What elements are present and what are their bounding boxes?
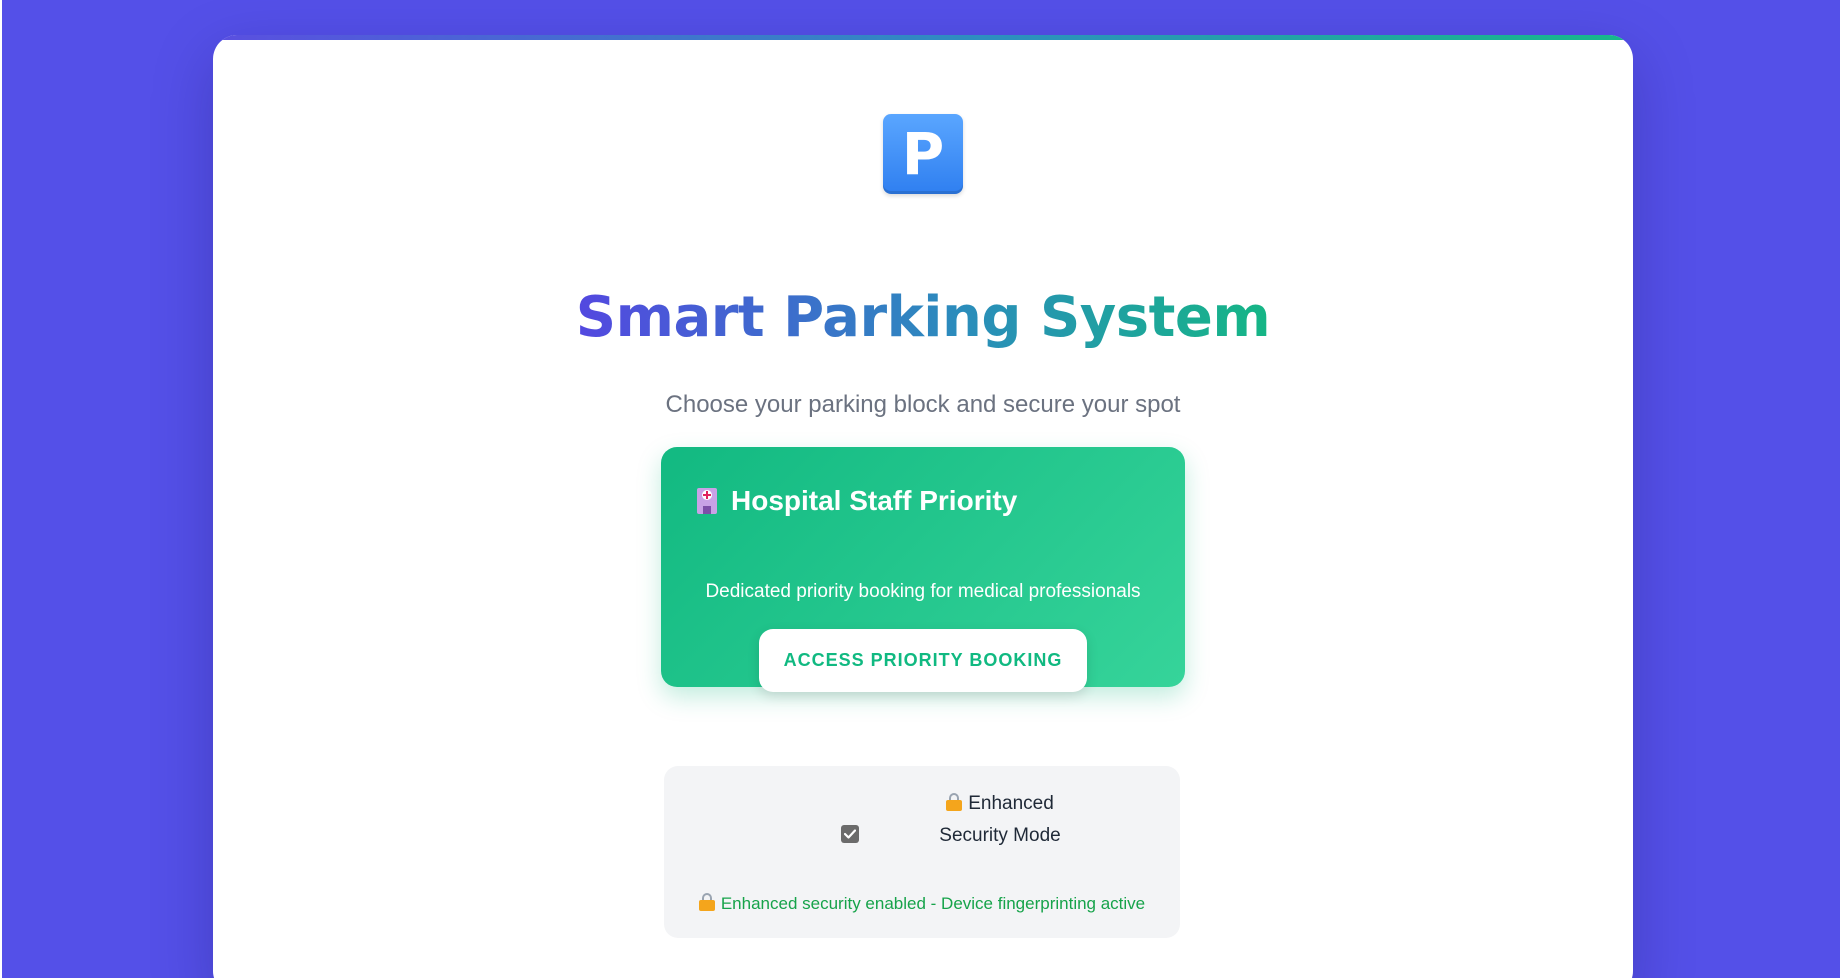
access-priority-booking-button[interactable]: ACCESS PRIORITY BOOKING: [759, 629, 1087, 692]
parking-logo-icon: P: [883, 114, 963, 194]
hospital-priority-card: Hospital Staff Priority Dedicated priori…: [661, 447, 1185, 692]
window-left-edge: [0, 0, 2, 978]
enhanced-security-label[interactable]: Enhanced Security Mode: [936, 788, 1064, 852]
priority-heading-text: Hospital Staff Priority: [731, 485, 1018, 516]
lock-icon: [946, 793, 963, 811]
priority-heading: Hospital Staff Priority: [695, 481, 1017, 521]
security-panel: Enhanced Security Mode Enhanced security…: [664, 766, 1180, 938]
hospital-icon: [695, 486, 719, 516]
page-subtitle: Choose your parking block and secure you…: [665, 391, 1181, 418]
logo-letter: P: [901, 120, 945, 188]
checkmark-icon: [844, 829, 856, 839]
page-title-text: Smart Parking System: [575, 285, 1271, 350]
priority-description: Dedicated priority booking for medical p…: [705, 581, 1141, 602]
status-lock-icon: [698, 893, 715, 911]
card-accent-bar: [213, 35, 1633, 40]
enhanced-security-checkbox[interactable]: [841, 825, 859, 843]
security-status-message: Enhanced security enabled - Device finge…: [720, 894, 1146, 913]
page-title: Smart Parking System: [213, 281, 1633, 355]
main-card: P Smart Parking System Choose your parki…: [213, 35, 1633, 978]
security-status-text: Enhanced security enabled - Device finge…: [664, 892, 1180, 916]
